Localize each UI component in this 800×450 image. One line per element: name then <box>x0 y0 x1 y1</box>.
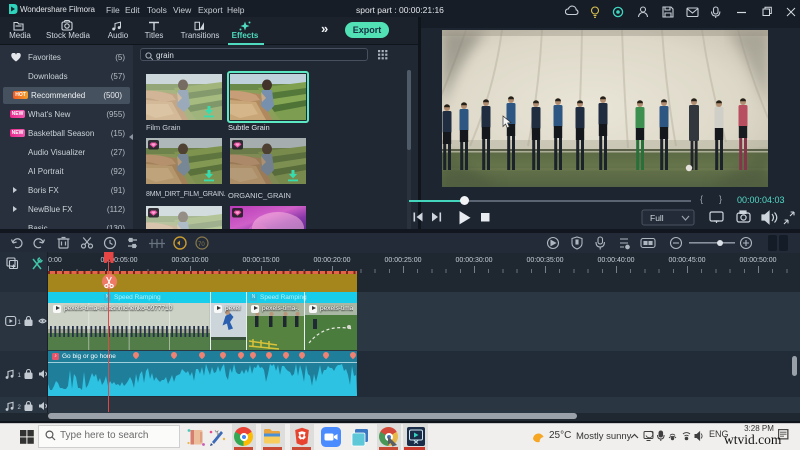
svg-text:1: 1 <box>18 373 22 379</box>
svg-text:1: 1 <box>18 320 22 326</box>
svg-text:2: 2 <box>18 405 22 411</box>
svg-text:Full: Full <box>650 213 664 223</box>
svg-text:70: 70 <box>198 242 205 248</box>
